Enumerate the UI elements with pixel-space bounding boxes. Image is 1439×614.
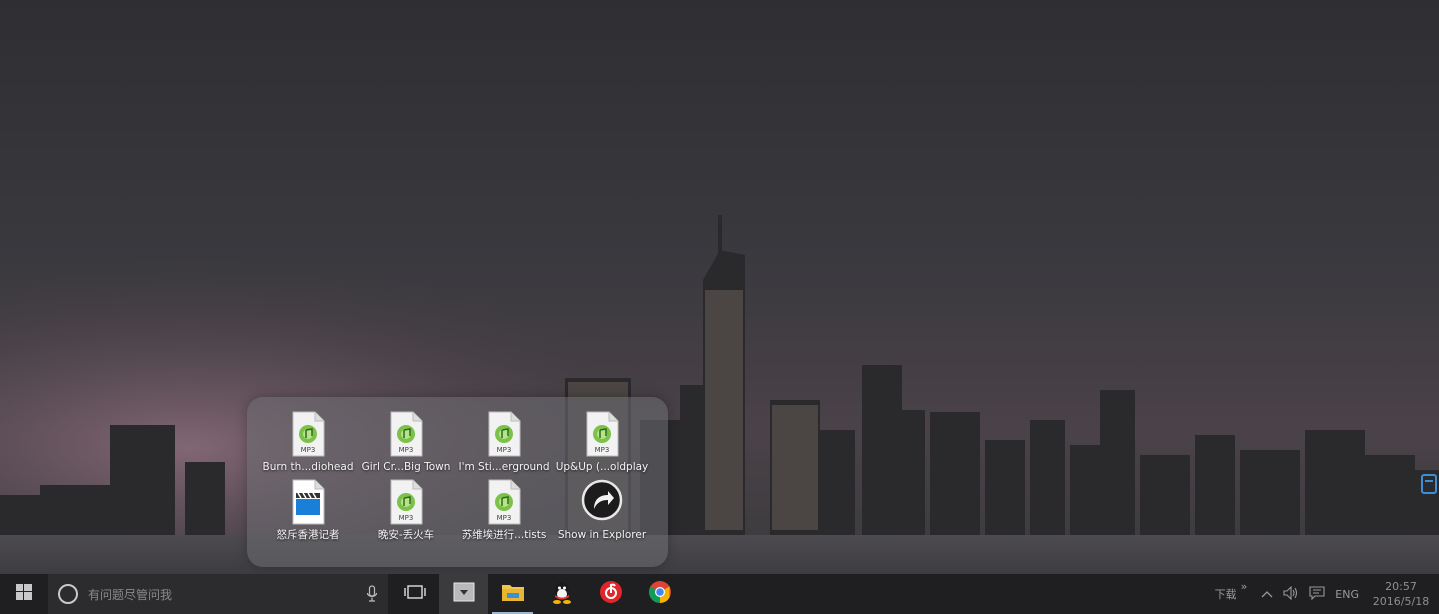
show-in-explorer-icon — [581, 479, 623, 525]
stack-item[interactable]: MP3 I'm Sti...erground — [455, 411, 553, 479]
stacks-button[interactable] — [439, 574, 488, 614]
system-tray: 下载 » ENG 20:57 2016/5/18 — [1215, 574, 1439, 614]
show-hidden-icons-chevron-icon[interactable] — [1261, 588, 1273, 601]
netease-music-icon — [599, 580, 623, 608]
file-label: Burn th...diohead — [262, 461, 354, 473]
video-file-icon — [291, 479, 325, 525]
show-in-explorer-button[interactable]: Show in Explorer — [553, 479, 651, 547]
mp3-file-icon: MP3 — [291, 411, 325, 457]
stack-popup: MP3 Burn th...diohead MP3 Girl Cr...Big … — [247, 397, 668, 567]
side-panel-icon[interactable] — [1421, 474, 1437, 494]
svg-text:MP3: MP3 — [497, 514, 512, 522]
cortana-icon[interactable] — [58, 584, 78, 604]
mp3-file-icon: MP3 — [487, 479, 521, 525]
file-label: 晚安-丢火车 — [377, 529, 435, 541]
start-button[interactable] — [0, 574, 48, 614]
stack-item[interactable]: MP3 Girl Cr...Big Town — [357, 411, 455, 479]
file-explorer-icon — [501, 582, 525, 606]
file-label: 苏维埃进行...tists — [461, 529, 547, 541]
svg-text:MP3: MP3 — [301, 446, 316, 454]
mp3-file-icon: MP3 — [487, 411, 521, 457]
file-label: Girl Cr...Big Town — [361, 461, 451, 473]
file-explorer-button[interactable] — [488, 574, 537, 614]
desktop-wallpaper — [0, 0, 1439, 574]
file-label: Up&Up (...oldplay — [555, 461, 649, 473]
stack-item[interactable]: MP3 Burn th...diohead — [259, 411, 357, 479]
mp3-file-icon: MP3 — [389, 479, 423, 525]
task-view-icon — [403, 584, 426, 604]
stack-item[interactable]: MP3 苏维埃进行...tists — [455, 479, 553, 547]
toolbar-chevron-icon[interactable]: » — [1241, 580, 1248, 593]
stacks-icon — [453, 582, 475, 606]
chrome-icon — [648, 580, 672, 608]
clock-time: 20:57 — [1385, 580, 1417, 593]
file-label: I'm Sti...erground — [458, 461, 550, 473]
svg-text:MP3: MP3 — [399, 514, 414, 522]
file-label: Show in Explorer — [557, 529, 647, 541]
task-view-button[interactable] — [390, 574, 439, 614]
stack-item[interactable]: 怒斥香港记者 — [259, 479, 357, 547]
microphone-icon[interactable] — [366, 585, 378, 607]
mp3-file-icon: MP3 — [585, 411, 619, 457]
stack-grid: MP3 Burn th...diohead MP3 Girl Cr...Big … — [259, 411, 651, 547]
toolbar-download[interactable]: 下载 — [1215, 586, 1237, 602]
search-placeholder: 有问题尽管问我 — [88, 587, 173, 602]
svg-text:MP3: MP3 — [497, 446, 512, 454]
stack-item[interactable]: MP3 晚安-丢火车 — [357, 479, 455, 547]
windows-icon — [16, 584, 32, 604]
mp3-file-icon: MP3 — [389, 411, 423, 457]
svg-text:MP3: MP3 — [595, 446, 610, 454]
taskbar: 有问题尽管问我 下载 » ENG 20:57 2016/5/18 — [0, 574, 1439, 614]
search-box[interactable]: 有问题尽管问我 — [48, 574, 388, 614]
netease-music-button[interactable] — [586, 574, 635, 614]
action-center-icon[interactable] — [1309, 585, 1325, 603]
input-language[interactable]: ENG — [1335, 588, 1359, 601]
qq-icon — [551, 580, 573, 608]
clock-date: 2016/5/18 — [1372, 595, 1430, 608]
clock[interactable]: 20:57 2016/5/18 — [1369, 579, 1433, 609]
chrome-button[interactable] — [635, 574, 684, 614]
volume-icon[interactable] — [1283, 585, 1299, 603]
stack-item[interactable]: MP3 Up&Up (...oldplay — [553, 411, 651, 479]
svg-text:MP3: MP3 — [399, 446, 414, 454]
qq-button[interactable] — [537, 574, 586, 614]
file-label: 怒斥香港记者 — [276, 529, 340, 541]
